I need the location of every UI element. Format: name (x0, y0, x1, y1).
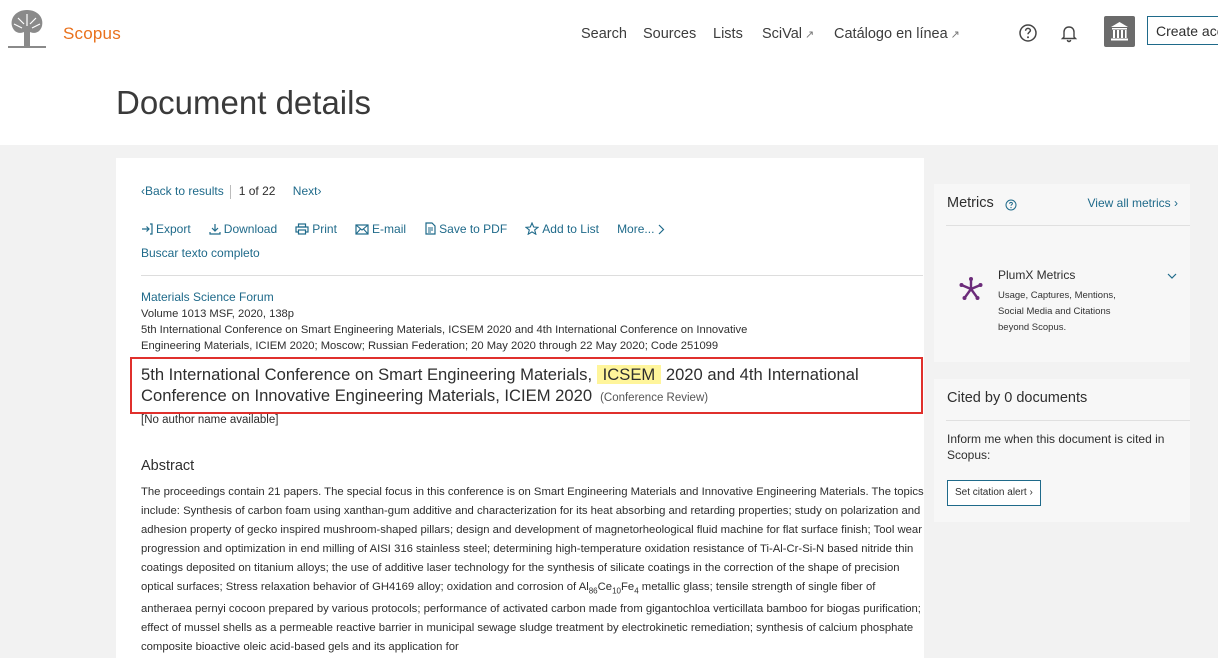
results-navigation: ‹Back to results 1 of 22 Next› (141, 184, 321, 199)
external-link-icon: ↗ (950, 29, 960, 41)
question-circle-icon[interactable] (1018, 23, 1038, 43)
more-button[interactable]: More... (617, 222, 668, 236)
conference-info-line1: 5th International Conference on Smart En… (141, 324, 748, 336)
scopus-brand[interactable]: Scopus (63, 24, 121, 44)
cited-by-panel: Cited by 0 documents Inform me when this… (934, 379, 1190, 522)
citation-alert-text: Inform me when this document is cited in… (947, 432, 1165, 462)
title-highlight-term: ICSEM (596, 365, 662, 384)
nav-search[interactable]: Search (581, 26, 627, 42)
chevron-right-icon: › (1174, 196, 1178, 210)
add-to-list-button[interactable]: Add to List (524, 221, 599, 236)
nav-sources[interactable]: Sources (643, 26, 696, 42)
current-result: 1 (238, 184, 246, 198)
chevron-right-icon: › (1029, 487, 1033, 498)
next-link[interactable]: Next› (293, 184, 322, 198)
download-button[interactable]: Download (209, 222, 277, 236)
abstract-heading: Abstract (141, 458, 195, 474)
download-label: Download (223, 222, 278, 236)
view-all-label: View all metrics (1087, 196, 1171, 210)
save-to-pdf-button[interactable]: Save to PDF (424, 222, 507, 236)
divider (229, 184, 231, 199)
help-icon[interactable] (1005, 199, 1017, 211)
nav-catalogo-label: Catálogo en línea (834, 26, 948, 42)
institution-button[interactable] (1104, 16, 1135, 47)
export-icon (142, 223, 153, 235)
divider (946, 420, 1190, 421)
plumx-icon (959, 277, 983, 300)
formula-subscript: 10 (612, 586, 621, 596)
nav-lists[interactable]: Lists (713, 26, 743, 42)
nav-sources-label: Sources (643, 26, 697, 42)
next-label: Next (292, 184, 318, 198)
formula-element: Fe (621, 581, 635, 593)
conference-info-line2: Engineering Materials, ICIEM 2020; Mosco… (141, 340, 719, 352)
export-button[interactable]: Export (141, 222, 191, 236)
action-toolbar: Export Download Print E-mail Save to PDF… (141, 218, 681, 237)
of-label: of (248, 184, 259, 198)
pdf-icon (425, 222, 436, 235)
print-button[interactable]: Print (295, 222, 337, 236)
print-icon (295, 223, 309, 235)
section-divider (141, 275, 923, 276)
plumx-description: Usage, Captures, Mentions, Social Media … (998, 290, 1116, 333)
set-citation-alert-button[interactable]: Set citation alert › (947, 480, 1041, 506)
plumx-title[interactable]: PlumX Metrics (998, 268, 1075, 282)
star-icon (524, 221, 540, 236)
email-label: E-mail (372, 222, 407, 236)
back-to-results-link[interactable]: ‹Back to results (141, 184, 224, 198)
volume-info: Volume 1013 MSF, 2020, 138p (141, 308, 295, 320)
add-to-list-label: Add to List (542, 222, 599, 236)
set-citation-alert-label: Set citation alert (955, 487, 1027, 498)
nav-catalogo[interactable]: Catálogo en línea ↗ (834, 26, 960, 42)
document-panel: ‹Back to results 1 of 22 Next› Export Dow… (116, 158, 924, 658)
email-button[interactable]: E-mail (355, 222, 406, 236)
email-icon (355, 224, 369, 235)
view-all-metrics-link[interactable]: View all metrics › (1088, 196, 1178, 210)
abstract-text-part1: The proceedings contain 21 papers. The s… (141, 486, 924, 593)
abstract-text: The proceedings contain 21 papers. The s… (141, 483, 926, 657)
bell-icon[interactable] (1059, 23, 1079, 43)
create-account-button[interactable]: Create acc (1147, 16, 1218, 45)
institution-icon (1111, 22, 1128, 41)
source-info: Materials Science Forum Volume 1013 MSF,… (141, 289, 841, 354)
nav-search-label: Search (581, 26, 627, 42)
more-label: More... (617, 222, 655, 236)
page-title: Document details (116, 84, 371, 121)
elsevier-logo[interactable] (4, 6, 50, 50)
chemical-formula: Al86Ce10Fe4 (578, 581, 639, 596)
nav-scival[interactable]: SciVal ↗ (762, 26, 814, 42)
nav-lists-label: Lists (713, 26, 743, 42)
download-icon (209, 224, 221, 235)
formula-element: Al (578, 581, 589, 593)
title-text-start: 5th International Conference on Smart En… (141, 365, 597, 384)
cited-by-title: Cited by 0 documents (947, 390, 1088, 406)
formula-element: Ce (597, 581, 613, 593)
export-label: Export (156, 222, 191, 236)
back-label: Back to results (145, 184, 224, 198)
document-title: 5th International Conference on Smart En… (141, 364, 921, 409)
author-info: [No author name available] (141, 414, 279, 426)
metrics-panel: Metrics View all metrics › PlumX Metrics… (934, 184, 1190, 362)
metrics-title: Metrics (947, 195, 994, 211)
full-text-link[interactable]: Buscar texto completo (141, 246, 260, 260)
chevron-down-icon[interactable] (1166, 270, 1178, 282)
divider (946, 225, 1190, 226)
journal-link[interactable]: Materials Science Forum (141, 290, 274, 304)
formula-subscript: 86 (588, 586, 598, 596)
chevron-right-icon (658, 224, 665, 235)
total-results: 22 (262, 184, 276, 198)
chevron-right-icon: › (317, 184, 322, 198)
print-label: Print (312, 222, 337, 236)
top-header: Scopus Search Sources Lists SciVal ↗ Catá… (0, 0, 1218, 145)
save-to-pdf-label: Save to PDF (439, 222, 508, 236)
nav-scival-label: SciVal (762, 26, 803, 42)
document-type: (Conference Review) (600, 392, 709, 404)
external-link-icon: ↗ (805, 29, 815, 41)
